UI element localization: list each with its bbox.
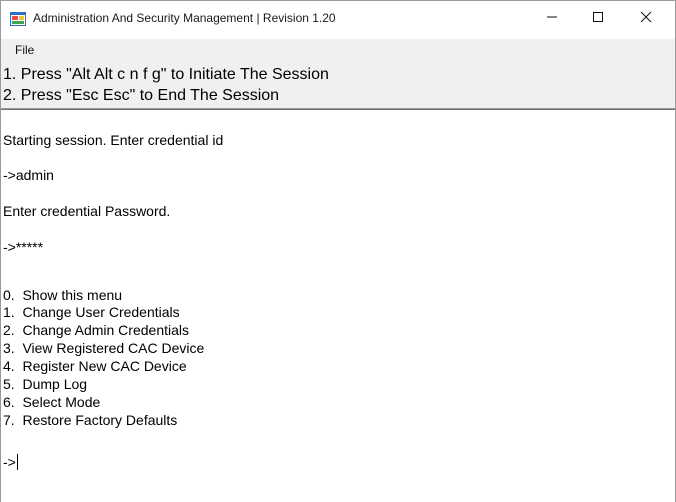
maximize-icon — [593, 12, 603, 22]
console-line-password-entry: ->***** — [3, 239, 44, 255]
instructions-panel: 1. Press "Alt Alt c n f g" to Initiate T… — [1, 61, 675, 109]
console-prompt: -> — [3, 454, 16, 470]
app-window: Administration And Security Management |… — [0, 0, 676, 502]
minimize-button[interactable] — [529, 1, 575, 33]
console-output[interactable]: Starting session. Enter credential id ->… — [1, 109, 675, 502]
menu-item-select-mode: 6. Select Mode — [3, 394, 101, 410]
instruction-end: 2. Press "Esc Esc" to End The Session — [3, 87, 280, 104]
console-line-password-prompt: Enter credential Password. — [3, 203, 171, 219]
instruction-initiate: 1. Press "Alt Alt c n f g" to Initiate T… — [3, 66, 329, 83]
menu-item-show-menu: 0. Show this menu — [3, 287, 123, 303]
menu-item-register-new-cac: 4. Register New CAC Device — [3, 358, 187, 374]
menu-item-change-user-credentials: 1. Change User Credentials — [3, 304, 180, 320]
menu-item-dump-log: 5. Dump Log — [3, 376, 88, 392]
close-button[interactable] — [623, 1, 669, 33]
menu-bar: File — [1, 39, 675, 61]
menu-file[interactable]: File — [13, 43, 36, 57]
maximize-button[interactable] — [575, 1, 621, 33]
menu-item-change-admin-credentials: 2. Change Admin Credentials — [3, 322, 189, 338]
console-line-starting: Starting session. Enter credential id — [3, 132, 224, 148]
app-window-icon[interactable] — [10, 11, 26, 27]
close-icon — [640, 11, 652, 23]
text-cursor — [16, 454, 18, 470]
console-input-line[interactable]: -> — [3, 454, 18, 470]
title-bar[interactable]: Administration And Security Management |… — [1, 1, 675, 37]
minimize-icon — [547, 16, 557, 18]
menu-item-restore-defaults: 7. Restore Factory Defaults — [3, 412, 178, 428]
window-title: Administration And Security Management |… — [33, 11, 336, 25]
menu-item-view-registered-cac: 3. View Registered CAC Device — [3, 340, 205, 356]
console-line-id-entry: ->admin — [3, 167, 54, 183]
